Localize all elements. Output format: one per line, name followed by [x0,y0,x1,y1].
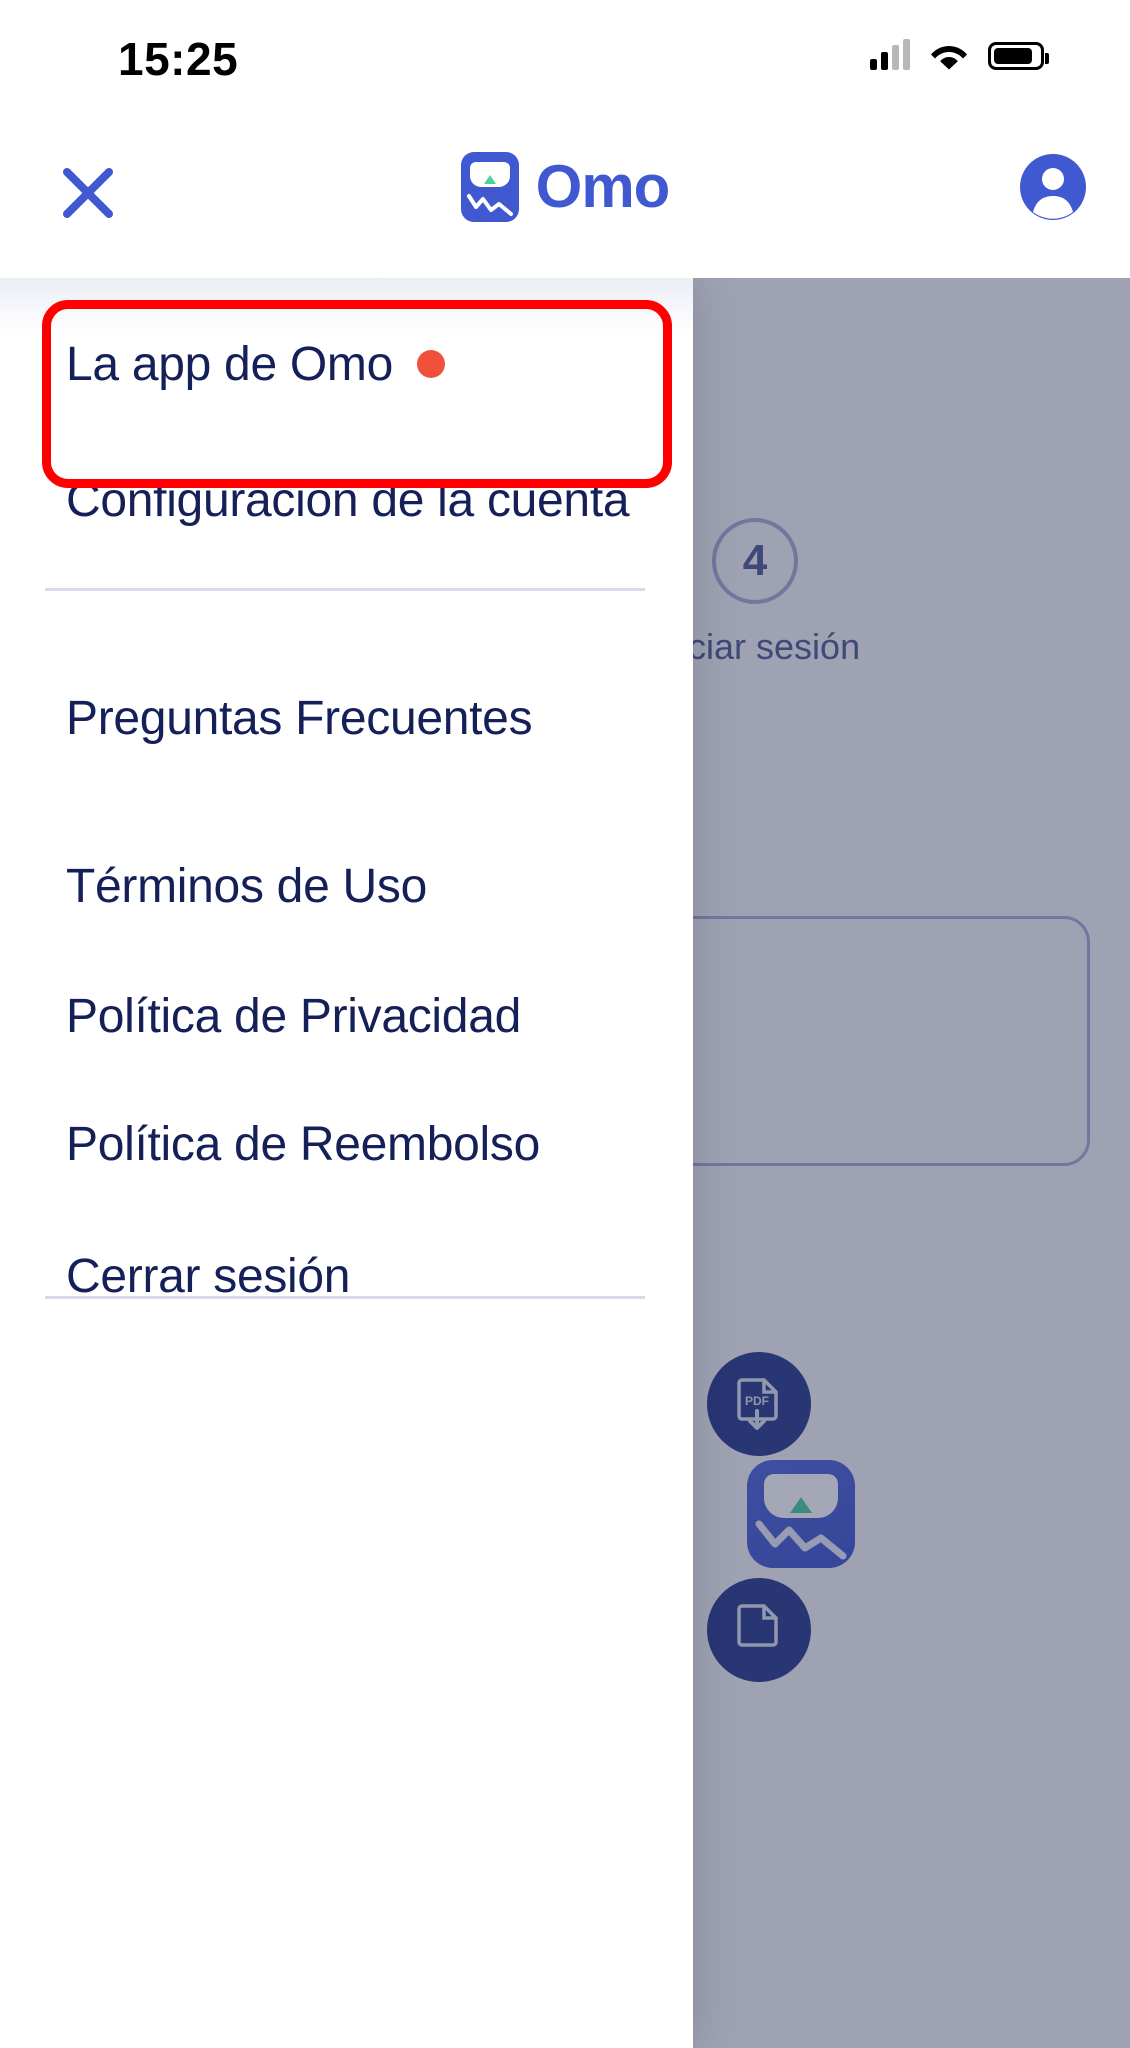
omo-scale-logo-icon [460,152,519,222]
notification-dot-badge [417,350,445,378]
brand-logo[interactable]: Omo [0,152,1130,222]
menu-item-label: Política de Privacidad [66,989,521,1043]
menu-item-label: La app de Omo [66,337,393,391]
cellular-signal-icon [870,39,910,70]
status-bar: 15:25 [0,0,1130,110]
app-root: 15:25 Omo 4 Iniciar sesión PDF La app de… [0,0,1130,2048]
menu-item-label: Configuración de la cuenta [66,473,630,527]
menu-item-preguntas-frecuentes[interactable]: Preguntas Frecuentes [0,670,693,766]
menu-item-politica-de-privacidad[interactable]: Política de Privacidad [0,968,693,1064]
menu-divider-top [45,588,645,591]
status-bar-icons [870,39,1049,70]
side-menu-drawer: La app de Omo Configuración de la cuenta… [0,278,693,2048]
menu-item-label: Términos de Uso [66,859,427,913]
menu-item-label: Política de Reembolso [66,1117,540,1171]
menu-item-label: Preguntas Frecuentes [66,691,533,745]
menu-item-configuracion-de-la-cuenta[interactable]: Configuración de la cuenta [0,452,693,548]
menu-item-terminos-de-uso[interactable]: Términos de Uso [0,838,693,934]
menu-divider-bottom [45,1296,645,1299]
profile-button[interactable] [1018,152,1088,222]
app-header: Omo [0,110,1130,278]
status-bar-time: 15:25 [118,33,239,85]
menu-item-cerrar-sesion[interactable]: Cerrar sesión [0,1228,693,1324]
menu-item-politica-de-reembolso[interactable]: Política de Reembolso [0,1096,693,1192]
wifi-icon [929,40,969,70]
battery-icon [988,42,1049,70]
profile-avatar-icon [1020,154,1086,220]
brand-name: Omo [535,153,671,220]
menu-item-la-app-de-omo[interactable]: La app de Omo [0,316,693,412]
